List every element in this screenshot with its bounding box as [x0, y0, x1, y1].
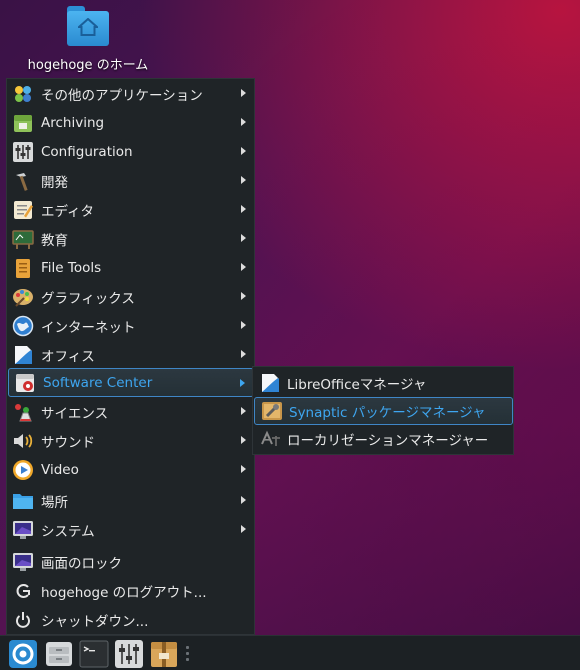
submenu-arrow-icon — [241, 263, 246, 271]
folder-icon — [12, 490, 34, 512]
submenu-arrow-icon — [241, 407, 246, 415]
menu-item-label: エディタ — [41, 203, 95, 220]
lock-screen-icon — [12, 551, 34, 573]
submenu-item-label: LibreOfficeマネージャ — [287, 377, 427, 393]
home-folder-label: hogehoge のホーム — [27, 58, 149, 73]
speaker-icon — [12, 430, 34, 452]
home-folder-icon — [67, 6, 109, 46]
submenu-arrow-icon — [241, 176, 246, 184]
menu-item-label: インターネット — [41, 319, 136, 336]
submenu-arrow-icon — [241, 321, 246, 329]
taskbar — [0, 635, 580, 670]
submenu-item-label: ローカリゼーションマネージャー — [287, 433, 489, 449]
menu-action-label: 画面のロック — [41, 555, 122, 572]
menu-item-label: 場所 — [41, 494, 68, 511]
menu-item-label: システム — [41, 523, 95, 540]
menu-item-file-tools[interactable]: File Tools — [7, 253, 254, 282]
submenu-arrow-icon — [241, 89, 246, 97]
submenu-arrow-icon — [241, 147, 246, 155]
menu-item-internet[interactable]: インターネット — [7, 311, 254, 340]
menu-item-education[interactable]: 教育 — [7, 224, 254, 253]
libreoffice-icon — [259, 372, 281, 394]
logout-icon — [12, 580, 34, 602]
menu-item-label: サウンド — [41, 434, 95, 451]
editor-icon — [12, 199, 34, 221]
software-center-icon — [14, 372, 36, 394]
menu-item-editors[interactable]: エディタ — [7, 195, 254, 224]
menu-item-label: Video — [41, 461, 79, 478]
menu-item-label: Configuration — [41, 143, 133, 160]
menu-item-label: その他のアプリケーション — [41, 87, 203, 104]
archive-icon — [12, 112, 34, 134]
menu-action-label: hogehoge のログアウト... — [41, 584, 207, 601]
menu-item-science[interactable]: サイエンス — [7, 397, 254, 426]
submenu-arrow-icon — [241, 292, 246, 300]
globe-icon — [12, 315, 34, 337]
menu-item-development[interactable]: 開発 — [7, 166, 254, 195]
submenu-arrow-icon — [241, 436, 246, 444]
start-menu-icon[interactable] — [8, 639, 38, 669]
menu-item-configuration[interactable]: Configuration — [7, 137, 254, 166]
menu-action-lock-screen[interactable]: 画面のロック — [7, 547, 254, 576]
education-icon — [12, 228, 34, 250]
menu-item-video[interactable]: Video — [7, 455, 254, 484]
power-icon — [12, 609, 34, 631]
menu-item-label: File Tools — [41, 259, 102, 276]
taskbar-drag-handle[interactable] — [186, 646, 190, 662]
settings-icon[interactable] — [114, 639, 144, 669]
submenu-arrow-icon — [241, 350, 246, 358]
menu-item-label: オフィス — [41, 348, 95, 365]
software-center-submenu: LibreOfficeマネージャ Synaptic パッケージマネージャ ローカ… — [252, 366, 514, 455]
submenu-item-localization-manager[interactable]: ローカリゼーションマネージャー — [253, 425, 513, 453]
menu-item-system[interactable]: システム — [7, 515, 254, 544]
science-icon — [12, 401, 34, 423]
submenu-item-label: Synaptic パッケージマネージャ — [289, 405, 486, 421]
menu-item-software-center[interactable]: Software Center — [8, 368, 254, 397]
menu-item-places[interactable]: 場所 — [7, 486, 254, 515]
apps-icon — [12, 83, 34, 105]
menu-item-label: 開発 — [41, 174, 68, 191]
submenu-arrow-icon — [241, 234, 246, 242]
synaptic-icon — [261, 400, 283, 422]
menu-item-office[interactable]: オフィス — [7, 340, 254, 369]
video-icon — [12, 459, 34, 481]
menu-item-label: Archiving — [41, 114, 105, 131]
menu-item-label: グラフィックス — [41, 290, 135, 307]
desktop: hogehoge のホーム その他のアプリケーション Archiving Con… — [0, 0, 580, 670]
submenu-item-libreoffice-manager[interactable]: LibreOfficeマネージャ — [253, 369, 513, 397]
localization-icon — [259, 428, 281, 450]
monitor-icon — [12, 519, 34, 541]
submenu-arrow-icon — [241, 496, 246, 504]
menu-action-shutdown[interactable]: シャットダウン... — [7, 605, 254, 634]
menu-item-sound[interactable]: サウンド — [7, 426, 254, 455]
menu-action-logout[interactable]: hogehoge のログアウト... — [7, 576, 254, 605]
submenu-arrow-icon — [241, 525, 246, 533]
menu-item-label: 教育 — [41, 232, 68, 249]
archive-manager-icon[interactable] — [149, 639, 179, 669]
menu-item-other-apps[interactable]: その他のアプリケーション — [7, 79, 254, 108]
submenu-arrow-icon — [240, 379, 245, 387]
submenu-arrow-icon — [241, 465, 246, 473]
menu-item-label: サイエンス — [41, 405, 109, 422]
submenu-arrow-icon — [241, 205, 246, 213]
menu-action-label: シャットダウン... — [41, 613, 149, 630]
hammer-icon — [12, 170, 34, 192]
palette-icon — [12, 286, 34, 308]
home-folder-desktop-icon[interactable]: hogehoge のホーム — [20, 4, 156, 73]
file-tools-icon — [12, 257, 34, 279]
menu-item-graphics[interactable]: グラフィックス — [7, 282, 254, 311]
menu-item-archiving[interactable]: Archiving — [7, 108, 254, 137]
submenu-arrow-icon — [241, 118, 246, 126]
menu-item-label: Software Center — [43, 374, 153, 391]
submenu-item-synaptic[interactable]: Synaptic パッケージマネージャ — [254, 397, 513, 425]
application-menu: その他のアプリケーション Archiving Configuration 開発 — [6, 78, 255, 635]
sliders-icon — [12, 141, 34, 163]
office-icon — [12, 344, 34, 366]
file-manager-icon[interactable] — [44, 639, 74, 669]
terminal-icon[interactable] — [79, 639, 109, 669]
